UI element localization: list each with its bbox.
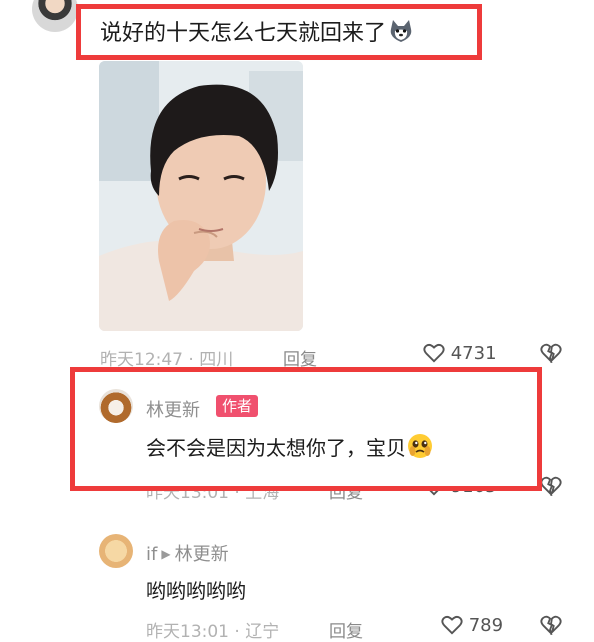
reply-box-fill — [75, 462, 537, 486]
broken-heart-icon[interactable] — [540, 476, 562, 496]
second-reply-meta: 昨天13:01 · 辽宁 — [146, 617, 279, 642]
meta-separator: · — [234, 622, 240, 642]
top-comment-like-count: 4731 — [450, 343, 497, 364]
reply-arrow-icon: ▶ — [161, 547, 171, 561]
top-comment-like[interactable]: 4731 — [423, 343, 497, 364]
heart-icon — [441, 615, 463, 635]
top-comment-text: 说好的十天怎么七天就回来了 — [100, 21, 387, 46]
heart-icon — [423, 343, 445, 363]
second-reply-time: 昨天13:01 — [146, 622, 229, 642]
top-comment: 说好的十天怎么七天就回来了 — [100, 15, 414, 47]
second-reply-location: 辽宁 — [245, 622, 280, 642]
reply-to-name[interactable]: 林更新 — [175, 544, 229, 565]
broken-heart-icon[interactable] — [540, 615, 562, 635]
second-reply-names: if ▶ 林更新 — [146, 540, 229, 566]
husky-emoji-icon — [390, 20, 412, 42]
replier-avatar[interactable] — [99, 534, 133, 568]
replier-name[interactable]: if — [146, 544, 157, 565]
broken-heart-icon[interactable] — [540, 343, 562, 363]
comment-photo[interactable] — [99, 61, 303, 331]
second-reply-like-count: 789 — [468, 615, 504, 636]
second-reply-like[interactable]: 789 — [441, 615, 503, 636]
second-reply-reply-button[interactable]: 回复 — [329, 617, 363, 642]
commenter-avatar[interactable] — [32, 0, 78, 32]
second-reply-text: 哟哟哟哟哟 — [146, 579, 246, 603]
portrait-image — [99, 61, 303, 331]
